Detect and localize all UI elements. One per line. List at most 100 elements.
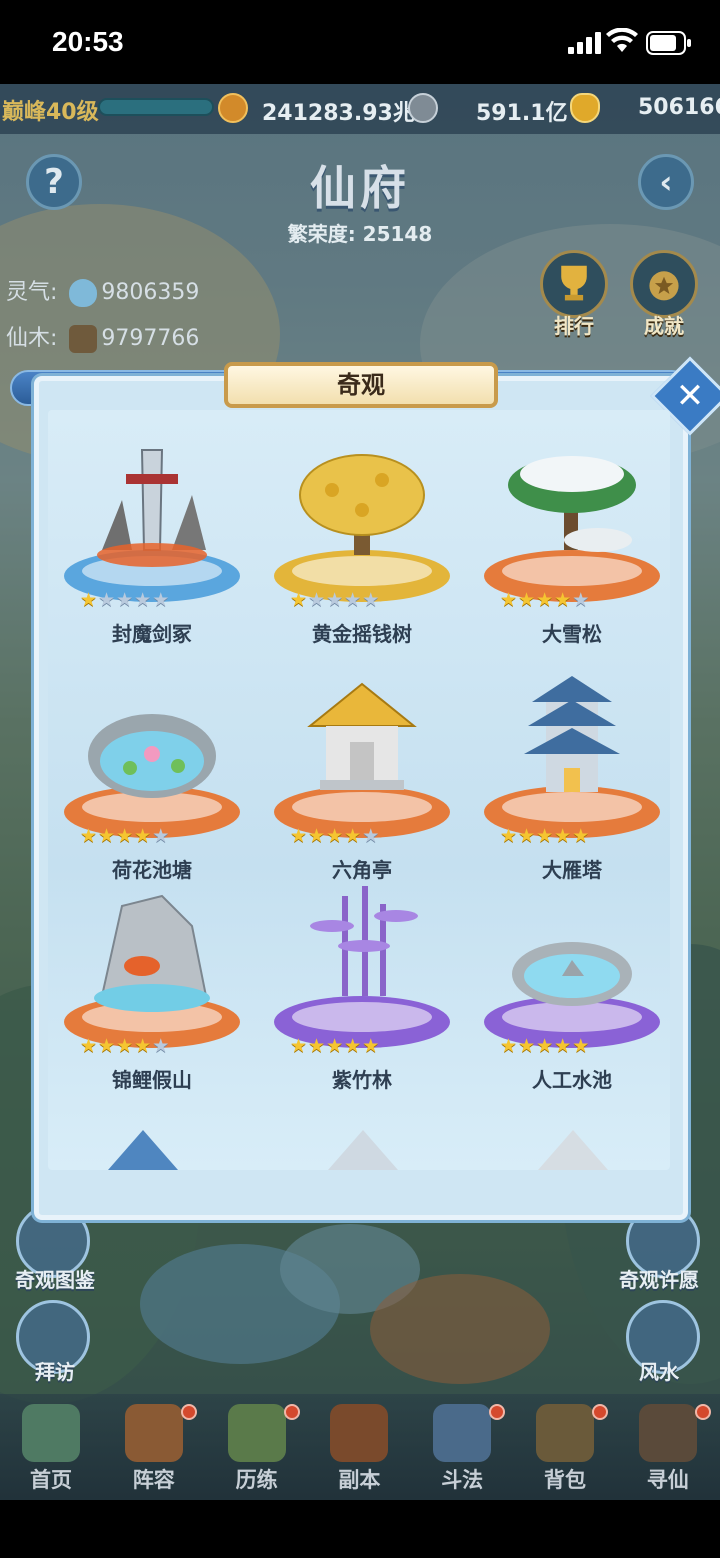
wonder-item[interactable]: ★★★★★ 紫竹林 [262,866,462,1092]
star-filled-icon: ★ [290,825,309,847]
ranking-button[interactable] [540,250,608,318]
star-empty-icon: ★ [152,825,171,847]
wonder-item[interactable]: ★★★★★ 六角亭 [262,656,462,882]
star-rating: ★★★★★ [500,1036,650,1056]
star-filled-icon: ★ [326,1035,345,1057]
star-filled-icon: ★ [344,1035,363,1057]
star-filled-icon: ★ [572,825,591,847]
star-filled-icon: ★ [362,1035,381,1057]
wonder-item[interactable]: ★★★★★ 锦鲤假山 [52,866,252,1092]
wonder-name: 封魔剑冢 [112,622,192,646]
star-filled-icon: ★ [554,1035,573,1057]
wonder-artwork [82,676,222,806]
star-filled-icon: ★ [554,825,573,847]
star-empty-icon: ★ [572,589,591,611]
star-filled-icon: ★ [308,825,327,847]
prosperity-label: 繁荣度: 25148 [287,222,433,246]
star-empty-icon: ★ [98,589,117,611]
star-filled-icon: ★ [116,825,135,847]
nav-item[interactable]: 斗法 [411,1394,513,1500]
star-filled-icon: ★ [500,1035,519,1057]
xianmu-label: 仙木: [6,326,58,351]
battery-icon [646,31,691,55]
wonder-item[interactable]: ★★★★★ 黄金摇钱树 [262,420,462,646]
star-filled-icon: ★ [98,1035,117,1057]
star-filled-icon: ★ [308,1035,327,1057]
star-filled-icon: ★ [536,825,555,847]
level-label: 巅峰40级 [2,100,99,125]
wonder-item-partial[interactable] [538,1130,608,1170]
star-filled-icon: ★ [344,825,363,847]
xianmu-value: 9797766 [101,326,200,351]
nav-item[interactable]: 历练 [206,1394,308,1500]
lingqi-stat: 灵气: 9806359 [6,274,199,307]
nav-label: 副本 [338,1468,381,1492]
nav-item[interactable]: 寻仙 [617,1394,719,1500]
back-button[interactable]: ‹ [638,154,694,210]
nav-icon [22,1404,80,1462]
star-filled-icon: ★ [500,589,519,611]
wonder-artwork [82,886,222,1016]
achievement-button[interactable] [630,250,698,318]
star-empty-icon: ★ [362,825,381,847]
nav-item[interactable]: 首页 [0,1394,102,1500]
resource-bar: 巅峰40级 241283.93兆 591.1亿 506166 [0,84,720,134]
ranking-label: 排行 [554,314,594,338]
close-icon[interactable]: ✕ [662,368,718,424]
gold-value: 506166 [638,95,720,120]
wonder-item[interactable]: ★★★★★ 人工水池 [472,866,670,1092]
notification-dot [180,1404,197,1420]
bottom-navigation: 首页 阵容 历练 副本 斗法 背包 寻仙 [0,1394,720,1500]
wonder-artwork [502,886,642,1016]
clock: 20:53 [52,26,124,57]
home-indicator-area [0,1500,720,1558]
star-filled-icon: ★ [98,825,117,847]
star-rating: ★★★★★ [500,590,650,610]
star-rating: ★★★★★ [80,826,230,846]
star-filled-icon: ★ [500,825,519,847]
star-filled-icon: ★ [518,589,537,611]
nav-label: 阵容 [132,1468,175,1492]
wonder-name: 人工水池 [532,1068,612,1092]
lingqi-gourd-icon [69,279,98,307]
star-empty-icon: ★ [152,589,171,611]
wonder-artwork [292,440,432,570]
wonder-item[interactable]: ★★★★★ 大雪松 [472,420,670,646]
wonder-item-partial[interactable] [108,1130,178,1170]
star-rating: ★★★★★ [500,826,650,846]
star-rating: ★★★★★ [290,826,440,846]
nav-item[interactable]: 背包 [514,1394,616,1500]
star-filled-icon: ★ [80,1035,99,1057]
nav-item[interactable]: 副本 [308,1394,410,1500]
star-filled-icon: ★ [290,1035,309,1057]
lingqi-value: 9806359 [101,280,200,305]
wonder-item-partial[interactable] [328,1130,398,1170]
star-filled-icon: ★ [290,589,309,611]
wonder-artwork [82,440,222,570]
modal-title: 奇观 [224,362,498,408]
wonders-grid: ★★★★★ 封魔剑冢 ★★★★★ 黄金摇钱树 ★★★★★ 大雪松 ★★★★★ 荷花池塘 ★★★★… [48,410,670,1170]
star-empty-icon: ★ [116,589,135,611]
wonder-artwork [292,676,432,806]
back-arrow-icon: ‹ [659,163,673,201]
wonder-item[interactable]: ★★★★★ 封魔剑冢 [52,420,252,646]
nav-item[interactable]: 阵容 [103,1394,205,1500]
wonder-artwork [502,676,642,806]
wonder-artwork [292,886,432,1016]
star-rating: ★★★★★ [290,590,440,610]
xianmu-log-icon [69,325,98,353]
nav-label: 历练 [235,1468,278,1492]
lingqi-label: 灵气: [6,280,58,305]
experience-bar [98,98,214,116]
battle-power-icon [218,93,248,123]
nav-label: 首页 [30,1468,72,1492]
nav-icon [330,1404,389,1462]
star-empty-icon: ★ [344,589,363,611]
wonder-name: 大雪松 [542,622,602,646]
star-empty-icon: ★ [326,589,345,611]
star-filled-icon: ★ [518,825,537,847]
wonder-item[interactable]: ★★★★★ 大雁塔 [472,656,670,882]
wonder-name: 黄金摇钱树 [312,622,412,646]
star-empty-icon: ★ [134,589,153,611]
wonder-item[interactable]: ★★★★★ 荷花池塘 [52,656,252,882]
